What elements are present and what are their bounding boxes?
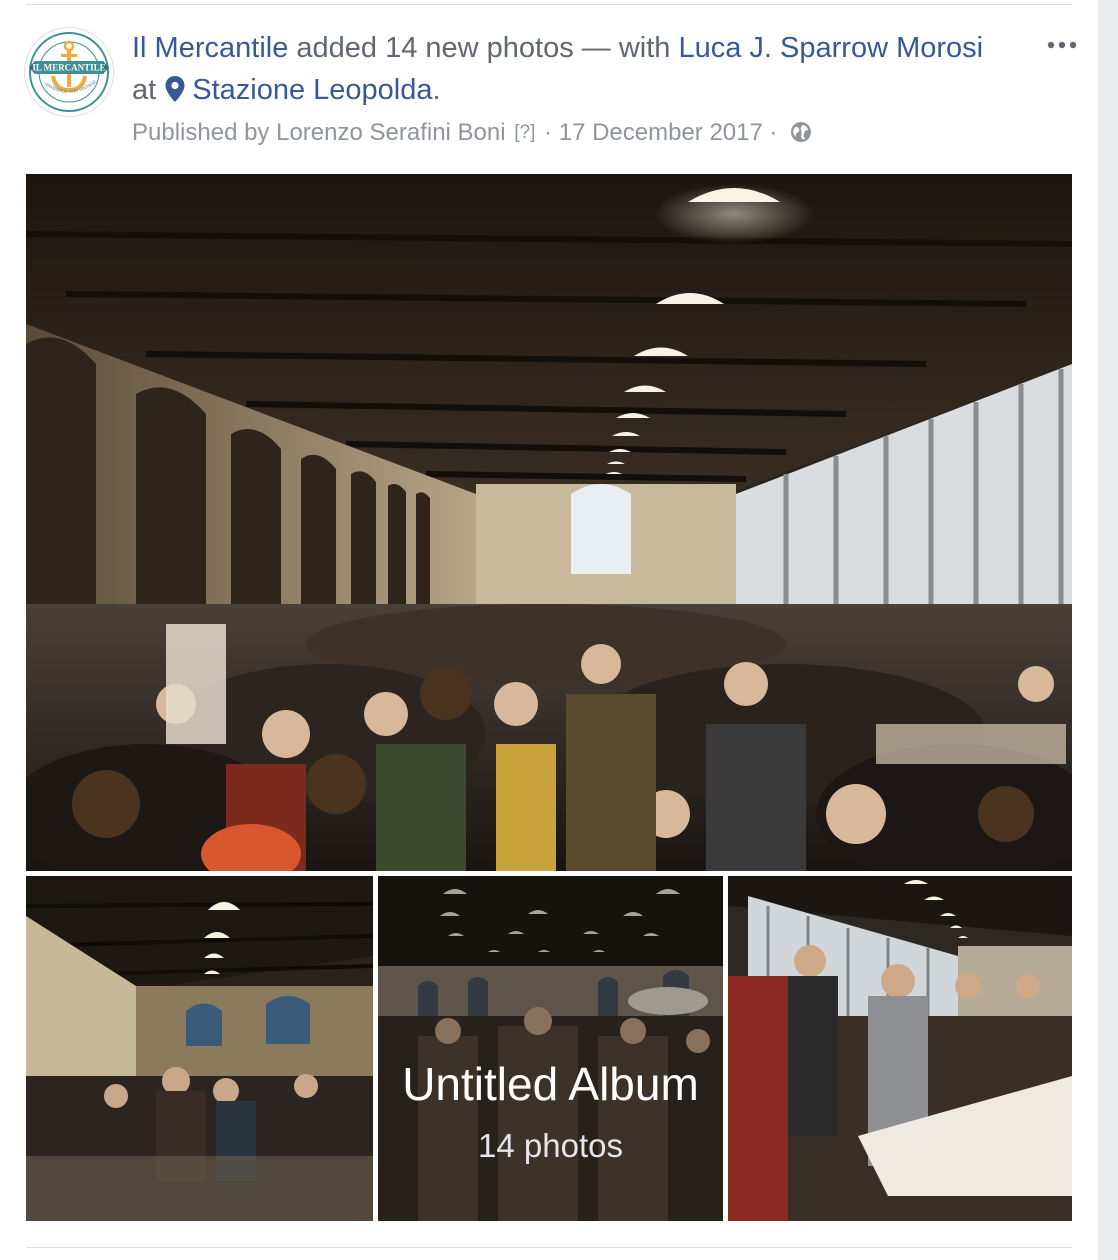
album-photo-count: 14 photos [478, 1127, 623, 1164]
more-options-icon[interactable] [1042, 32, 1082, 58]
post-headline: Il Mercantile added 14 new photos — with… [132, 27, 1012, 111]
album-title[interactable]: Untitled Album [378, 1058, 723, 1110]
album-thumbnail[interactable]: Untitled Album 14 photos [378, 876, 723, 1221]
mercantile-logo: HANDMADE AND VINTAGE MARKET IL MERCANTIL… [25, 28, 111, 114]
post-card: HANDMADE AND VINTAGE MARKET IL MERCANTIL… [0, 0, 1098, 1260]
help-marker[interactable]: [?] [514, 122, 535, 143]
globe-icon[interactable] [790, 117, 812, 142]
main-photo[interactable] [26, 174, 1072, 871]
location-pin-icon [164, 73, 186, 102]
album-thumbnail[interactable] [728, 876, 1072, 1221]
tagged-person-link[interactable]: Luca J. Sparrow Morosi [678, 32, 983, 64]
page-name-link[interactable]: Il Mercantile [132, 32, 288, 64]
post-meta: Published by Lorenzo Serafini Boni [?] ·… [132, 114, 812, 152]
meta-separator: · [769, 119, 778, 146]
post-date-link[interactable]: 17 December 2017 [559, 119, 763, 146]
location-link[interactable]: Stazione Leopolda [192, 74, 432, 106]
published-by-text: Published by Lorenzo Serafini Boni [132, 119, 506, 146]
at-text: at [132, 74, 157, 106]
meta-separator: · [544, 119, 553, 146]
divider [26, 1247, 1072, 1248]
page-avatar[interactable]: HANDMADE AND VINTAGE MARKET IL MERCANTIL… [24, 27, 114, 117]
album-thumbnail[interactable] [26, 876, 373, 1221]
divider [26, 4, 1072, 5]
period: . [432, 74, 441, 106]
logo-text: IL MERCANTILE [32, 63, 105, 73]
action-text: added 14 new photos — with [296, 32, 671, 64]
album-overlay [378, 876, 723, 1221]
